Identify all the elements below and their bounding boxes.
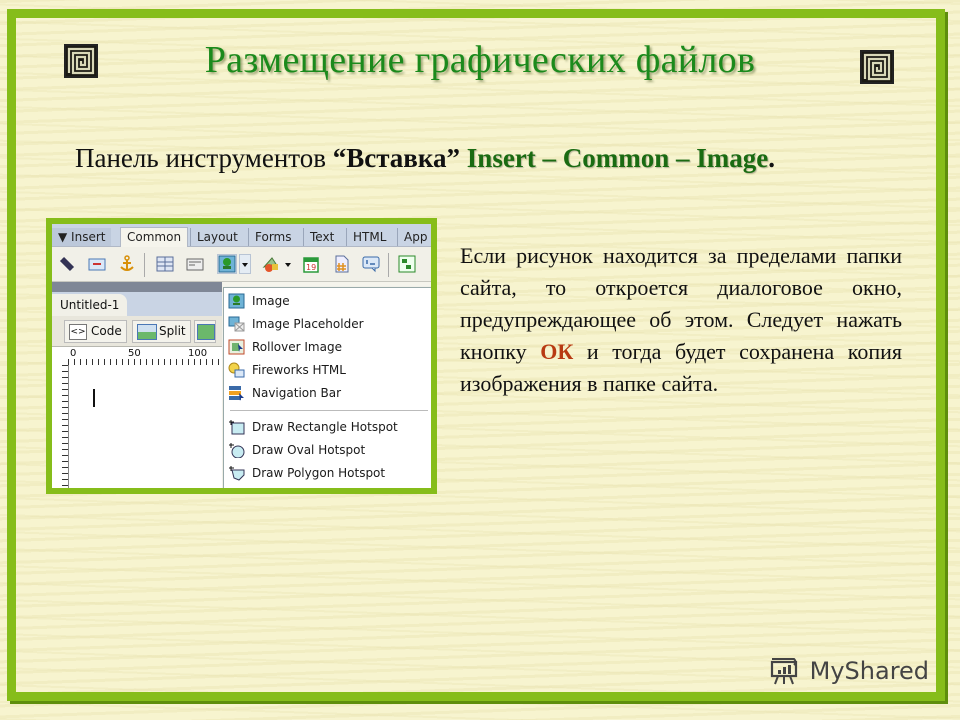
ruler-tick: 50 <box>128 348 141 359</box>
path-image: Image <box>696 143 769 173</box>
split-label: Split <box>159 324 186 338</box>
email-link-icon[interactable] <box>88 255 106 273</box>
path-dash: – <box>669 143 697 173</box>
menu-item-draw-rectangle-hotspot[interactable]: Draw Rectangle Hotspot <box>224 416 431 438</box>
document-tab-bar: Untitled-1 <box>52 292 222 316</box>
tab-text[interactable]: Text <box>303 228 340 246</box>
tab-common[interactable]: Common <box>120 227 189 248</box>
menu-item-image-placeholder[interactable]: Image Placeholder <box>224 313 431 335</box>
split-view-button[interactable]: Split <box>132 320 191 343</box>
path-insert: Insert <box>466 143 536 173</box>
tab-html[interactable]: HTML <box>346 228 392 246</box>
watermark-text: MyShared <box>809 657 930 685</box>
menu-separator <box>230 410 428 411</box>
myshared-watermark[interactable]: MyShared <box>768 656 929 690</box>
design-canvas[interactable] <box>69 365 222 488</box>
rollover-image-icon <box>228 339 245 355</box>
image-icon <box>228 293 245 309</box>
slide-title: Размещение графических файлов <box>204 39 756 81</box>
tab-app[interactable]: App <box>397 228 431 246</box>
comment-icon[interactable] <box>362 255 380 273</box>
template-icon[interactable] <box>398 255 416 273</box>
image-icon[interactable] <box>217 254 237 274</box>
insert-div-icon[interactable] <box>186 255 204 273</box>
menu-item-label: Rollover Image <box>252 340 342 354</box>
document-tab[interactable]: Untitled-1 <box>52 294 128 316</box>
menu-item-label: Image Placeholder <box>252 317 364 331</box>
insert-tab-bar: ▼ Insert Common Layout Forms Text HTML A… <box>52 224 431 248</box>
document-view-bar: <> Code Split <box>52 316 222 347</box>
media-dropdown-arrow[interactable] <box>284 255 292 273</box>
dreamweaver-screenshot: ▼ Insert Common Layout Forms Text HTML A… <box>46 218 437 494</box>
vertical-ruler <box>52 365 69 488</box>
menu-item-label: Draw Rectangle Hotspot <box>252 420 398 434</box>
explanation-paragraph: Если рисунок находится за пределами папк… <box>460 240 902 400</box>
menu-item-label: Fireworks HTML <box>252 363 346 377</box>
polygon-hotspot-icon <box>228 465 245 481</box>
table-icon[interactable] <box>156 255 174 273</box>
navigation-bar-icon <box>228 385 245 401</box>
design-view-button[interactable] <box>194 320 216 343</box>
menu-item-label: Navigation Bar <box>252 386 342 400</box>
ok-highlight: ОК <box>540 339 574 364</box>
subtitle-end: . <box>768 143 776 173</box>
menu-item-label: Draw Oval Hotspot <box>252 443 366 457</box>
image-dropdown-menu: Image Image Placeholder Rollover Image F… <box>223 287 431 488</box>
menu-item-fireworks-html[interactable]: Fireworks HTML <box>224 359 431 381</box>
menu-item-label: Draw Polygon Hotspot <box>252 466 386 480</box>
menu-item-draw-polygon-hotspot[interactable]: Draw Polygon Hotspot <box>224 462 431 484</box>
design-icon <box>197 324 215 340</box>
ruler-tick: 0 <box>70 348 77 359</box>
named-anchor-icon[interactable] <box>118 255 136 273</box>
text-cursor <box>93 389 95 407</box>
menu-item-draw-oval-hotspot[interactable]: Draw Oval Hotspot <box>224 439 431 461</box>
path-common: Common <box>562 143 670 173</box>
menu-item-image[interactable]: Image <box>224 290 431 312</box>
split-icon <box>137 324 157 340</box>
subtitle-quoted: “Вставка” <box>332 143 461 173</box>
server-side-include-icon[interactable] <box>332 255 350 273</box>
horizontal-ruler: 0 50 100 <box>52 347 222 366</box>
menu-item-rollover-image[interactable]: Rollover Image <box>224 336 431 358</box>
code-view-button[interactable]: <> Code <box>64 320 127 343</box>
code-icon: <> <box>69 324 87 340</box>
insert-toolbar: 19 <box>52 247 431 282</box>
slide-subtitle: Панель инструментов “Вставка” Insert – C… <box>75 143 775 174</box>
oval-hotspot-icon <box>228 442 245 459</box>
ruler-tick: 100 <box>188 348 208 359</box>
date-icon[interactable]: 19 <box>302 255 320 273</box>
code-label: Code <box>91 324 122 338</box>
menu-item-label: Image <box>252 294 290 308</box>
menu-item-navigation-bar[interactable]: Navigation Bar <box>224 382 431 404</box>
fireworks-html-icon <box>228 362 245 378</box>
tab-layout[interactable]: Layout <box>190 228 244 246</box>
hyperlink-icon[interactable] <box>58 255 76 273</box>
image-placeholder-icon <box>228 316 245 332</box>
presentation-board-icon <box>770 658 798 685</box>
subtitle-prefix: Панель инструментов <box>75 143 333 173</box>
tab-forms[interactable]: Forms <box>248 228 297 246</box>
insert-panel-label[interactable]: ▼ Insert <box>52 228 112 246</box>
svg-text:19: 19 <box>306 263 316 272</box>
media-icon[interactable] <box>262 255 280 273</box>
image-dropdown-arrow[interactable] <box>239 254 251 274</box>
path-dash: – <box>535 143 563 173</box>
rectangle-hotspot-icon <box>228 419 245 435</box>
